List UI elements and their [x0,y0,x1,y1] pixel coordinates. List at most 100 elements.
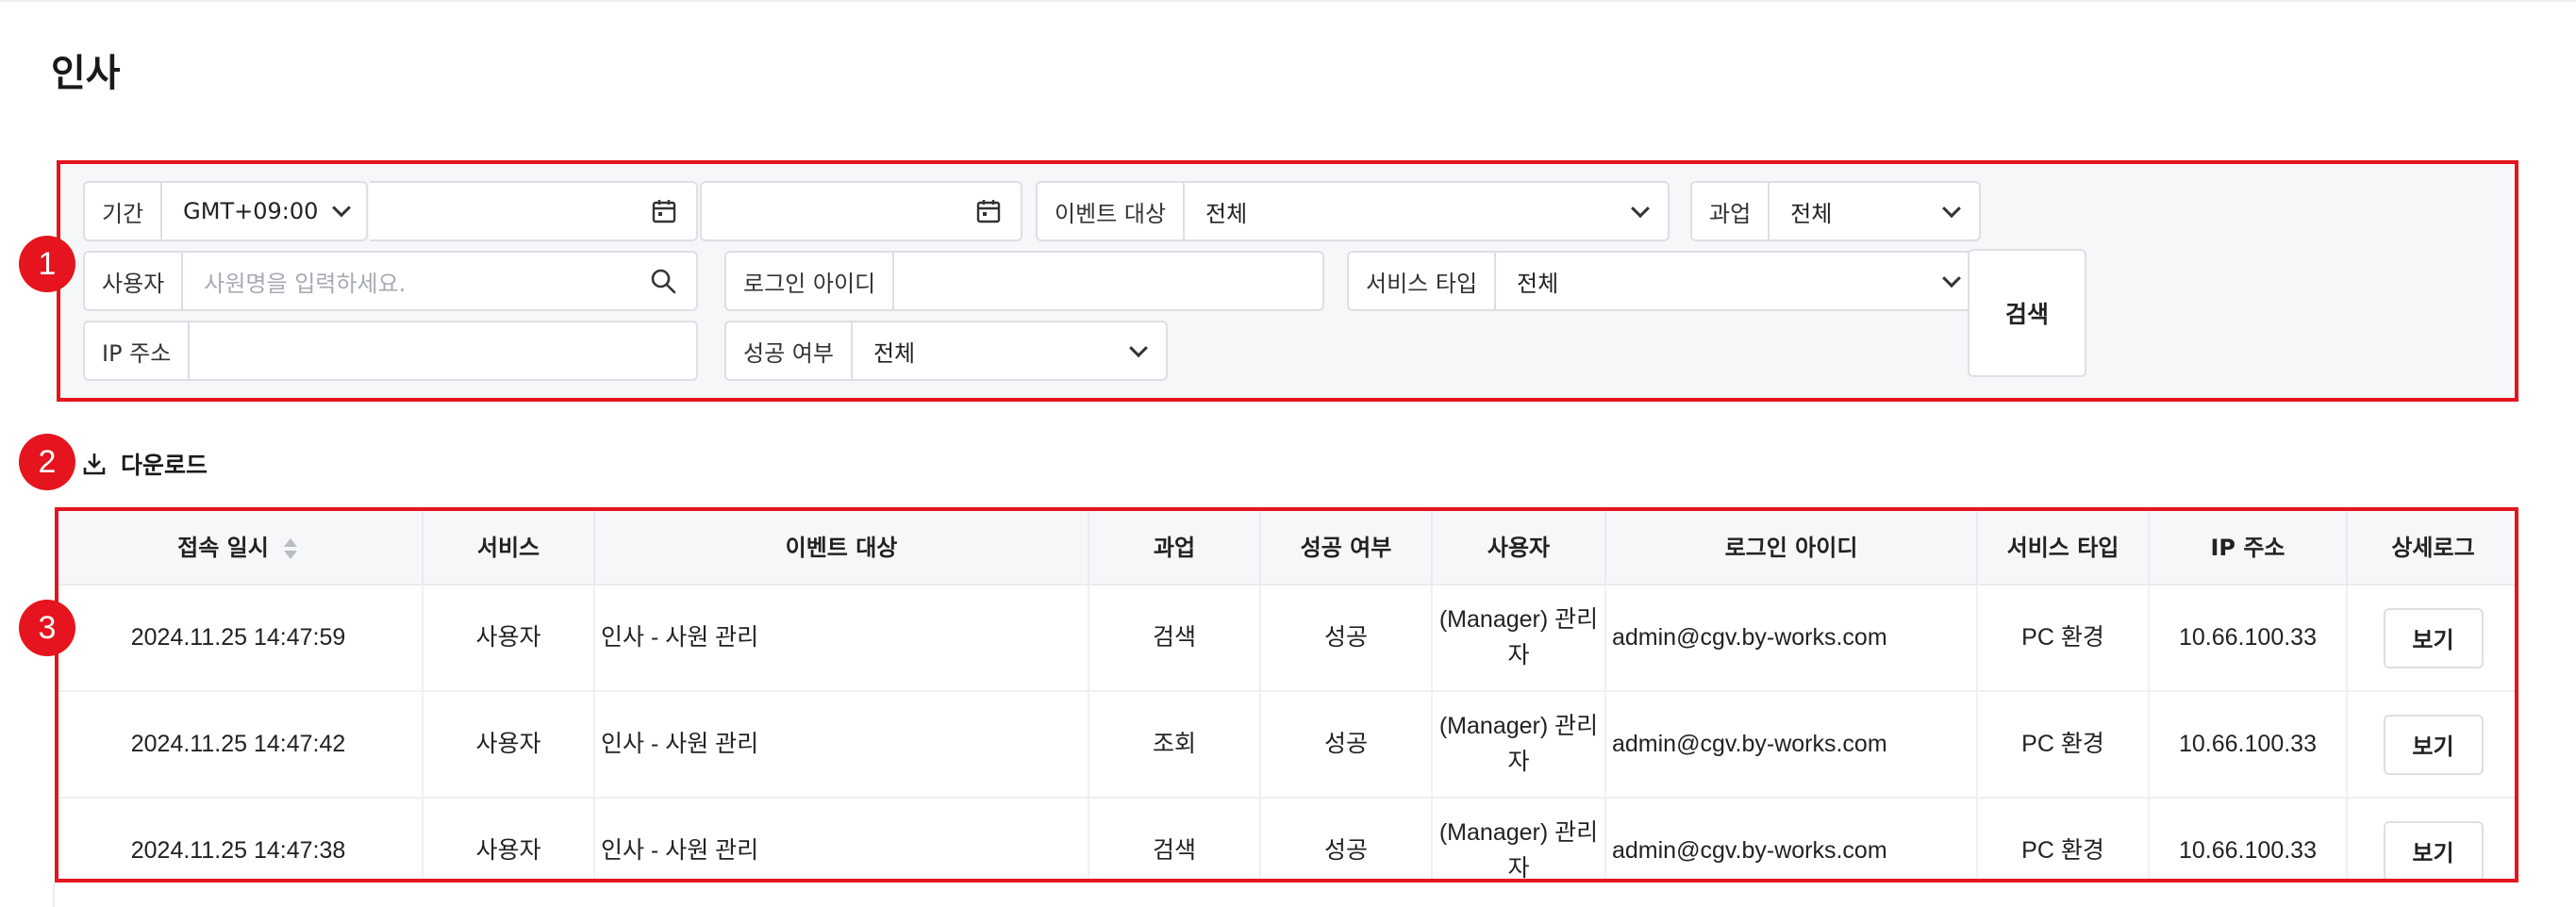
cell-service-type: PC 환경 [1977,585,2150,692]
cell-detail: 보기 [2347,691,2518,799]
date-start-field[interactable] [370,181,698,241]
success-select[interactable]: 전체 [853,322,1166,379]
login-id-label: 로그인 아이디 [726,253,895,309]
table-row: 2024.11.25 14:47:38 사용자 인사 - 사원 관리 검색 성공… [55,798,2518,882]
download-button[interactable]: 다운로드 [81,447,208,481]
cell-success: 성공 [1260,798,1433,882]
date-end-field[interactable] [700,181,1022,241]
table-header-row: 접속 일시 서비스 이벤트 대상 과업 성공 여부 사용자 로그인 아이디 서비… [55,507,2518,585]
table-row: 2024.11.25 14:47:42 사용자 인사 - 사원 관리 조회 성공… [55,691,2518,799]
view-detail-button[interactable]: 보기 [2383,714,2484,775]
view-detail-button[interactable]: 보기 [2383,820,2484,882]
search-icon[interactable] [649,267,677,295]
login-id-group[interactable]: 로그인 아이디 [724,251,1324,311]
top-divider [0,0,2576,2]
success-label: 성공 여부 [726,322,853,379]
column-header-datetime[interactable]: 접속 일시 [55,507,424,585]
log-table-container: 접속 일시 서비스 이벤트 대상 과업 성공 여부 사용자 로그인 아이디 서비… [55,507,2518,882]
sort-icon[interactable] [282,536,299,561]
task-group[interactable]: 과업 전체 [1690,181,1981,241]
service-type-label: 서비스 타입 [1349,253,1497,309]
timezone-select[interactable]: GMT+09:00 [162,183,366,239]
task-value: 전체 [1790,200,1833,227]
period-label: 기간 [85,183,163,239]
cell-event-target: 인사 - 사원 관리 [594,798,1089,882]
chevron-down-icon [332,198,352,218]
cell-user: (Manager) 관리자 [1432,798,1606,882]
column-header-task: 과업 [1089,507,1261,585]
cell-login-id: admin@cgv.by-works.com [1605,585,1978,692]
column-header-login-id: 로그인 아이디 [1605,507,1978,585]
cell-task: 검색 [1089,585,1261,692]
column-header-ip: IP 주소 [2149,507,2348,585]
cell-service: 사용자 [423,691,595,799]
success-group[interactable]: 성공 여부 전체 [724,321,1168,381]
cell-task: 조회 [1089,691,1261,799]
event-target-group[interactable]: 이벤트 대상 전체 [1036,181,1670,241]
search-button[interactable]: 검색 [1968,249,2086,377]
service-type-select[interactable]: 전체 [1496,253,1979,309]
annotation-marker-1: 1 [19,236,75,292]
cell-datetime: 2024.11.25 14:47:38 [55,798,424,882]
cell-user: (Manager) 관리자 [1432,691,1606,799]
view-detail-button[interactable]: 보기 [2383,607,2484,668]
event-target-value: 전체 [1205,200,1248,227]
login-id-input[interactable] [894,253,1322,309]
cell-detail: 보기 [2347,798,2518,882]
ip-label: IP 주소 [85,322,191,379]
cell-ip: 10.66.100.33 [2149,585,2348,692]
chevron-down-icon [1129,338,1148,358]
user-placeholder: 사원명을 입력하세요. [204,270,407,297]
annotation-marker-2: 2 [19,434,75,490]
success-value: 전체 [873,339,916,367]
cell-login-id: admin@cgv.by-works.com [1605,798,1978,882]
service-type-value: 전체 [1517,270,1559,297]
ip-group[interactable]: IP 주소 [83,321,698,381]
calendar-icon[interactable] [975,198,1002,224]
cell-event-target: 인사 - 사원 관리 [594,691,1089,799]
ip-input[interactable] [190,322,696,379]
cell-login-id: admin@cgv.by-works.com [1605,691,1978,799]
chevron-down-icon [1942,269,1961,289]
calendar-icon[interactable] [651,198,677,224]
page-title: 인사 [51,52,121,95]
task-select[interactable]: 전체 [1770,183,1979,239]
cell-event-target: 인사 - 사원 관리 [594,585,1089,692]
column-header-label: 접속 일시 [177,535,269,561]
cell-success: 성공 [1260,585,1433,692]
cell-success: 성공 [1260,691,1433,799]
cell-ip: 10.66.100.33 [2149,798,2348,882]
column-header-user: 사용자 [1432,507,1606,585]
cell-user: (Manager) 관리자 [1432,585,1606,692]
cell-service-type: PC 환경 [1977,798,2150,882]
cell-service: 사용자 [423,585,595,692]
task-label: 과업 [1692,183,1770,239]
cell-datetime: 2024.11.25 14:47:59 [55,585,424,692]
user-group[interactable]: 사용자 사원명을 입력하세요. [83,251,698,311]
event-target-select[interactable]: 전체 [1185,183,1668,239]
column-header-detail-log: 상세로그 [2347,507,2518,585]
download-label: 다운로드 [121,452,208,479]
timezone-value: GMT+09:00 [183,198,319,224]
column-header-event-target: 이벤트 대상 [594,507,1089,585]
event-target-label: 이벤트 대상 [1038,183,1186,239]
user-search-input[interactable]: 사원명을 입력하세요. [183,253,696,309]
table-row: 2024.11.25 14:47:59 사용자 인사 - 사원 관리 검색 성공… [55,585,2518,692]
cell-ip: 10.66.100.33 [2149,691,2348,799]
column-header-service-type: 서비스 타입 [1977,507,2150,585]
user-label: 사용자 [85,253,184,309]
column-header-success: 성공 여부 [1260,507,1433,585]
cell-service: 사용자 [423,798,595,882]
date-end-value[interactable] [702,183,1021,239]
table-left-edge [53,882,55,907]
service-type-group[interactable]: 서비스 타입 전체 [1347,251,1981,311]
chevron-down-icon [1631,199,1650,219]
column-header-service: 서비스 [423,507,595,585]
chevron-down-icon [1942,199,1961,219]
filter-panel: 기간 GMT+09:00 ~ 이벤트 대상 전체 과업 전체 사용자 사원명을 … [57,160,2518,402]
cell-task: 검색 [1089,798,1261,882]
date-start-value[interactable] [370,183,696,239]
cell-datetime: 2024.11.25 14:47:42 [55,691,424,799]
period-group: 기간 GMT+09:00 [83,181,368,241]
download-icon [83,454,106,475]
